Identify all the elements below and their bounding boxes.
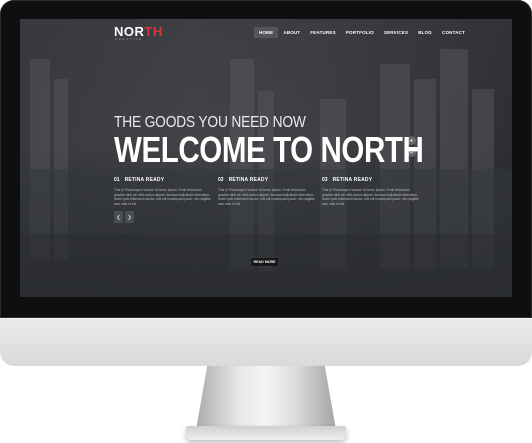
nav-item-portfolio[interactable]: PORTFOLIO: [341, 27, 379, 38]
feature-title: RETINA READY: [332, 177, 373, 183]
nav-item-services[interactable]: SERVICES: [379, 27, 413, 38]
chevron-left-icon[interactable]: [114, 211, 123, 223]
hero-headline: WELCOME TO NORTH: [114, 129, 424, 170]
monitor-chin: [0, 318, 532, 366]
monitor-base: [186, 426, 346, 440]
circle-control-icon[interactable]: [407, 136, 416, 145]
main-menu: HOME ABOUT FEATURES PORTFOLIO SERVICES B…: [254, 27, 470, 38]
chevron-right-icon[interactable]: [125, 211, 134, 223]
logo-subtitle: CREATIVE: [115, 37, 143, 41]
nav-item-features[interactable]: FEATURES: [305, 27, 341, 38]
feature-item: 03 RETINA READY This is Photoshop's vers…: [322, 176, 420, 206]
feature-number: 03: [322, 177, 328, 183]
feature-number: 02: [218, 177, 224, 183]
nav-item-about[interactable]: ABOUT: [278, 27, 305, 38]
feature-description: This is Photoshop's version of lorem Ips…: [218, 188, 315, 206]
imac-mockup: NORTH CREATIVE HOME ABOUT FEATURES PORTF…: [0, 0, 532, 443]
top-navigation: NORTH CREATIVE HOME ABOUT FEATURES PORTF…: [20, 19, 512, 45]
feature-number: 01: [114, 177, 120, 183]
chevron-down-circle-icon[interactable]: [407, 148, 416, 157]
feature-title: RETINA READY: [124, 177, 165, 183]
nav-item-home[interactable]: HOME: [254, 27, 279, 38]
monitor-bezel: NORTH CREATIVE HOME ABOUT FEATURES PORTF…: [0, 0, 532, 318]
read-more-button[interactable]: READ MORE: [250, 257, 279, 267]
feature-description: This is Photoshop's version of lorem Ips…: [322, 188, 419, 206]
monitor-stand: [196, 366, 336, 430]
logo-accent: TH: [144, 24, 163, 39]
feature-columns: 01 RETINA READY This is Photoshop's vers…: [114, 176, 419, 216]
feature-title: RETINA READY: [228, 177, 269, 183]
feature-item: 02 RETINA READY This is Photoshop's vers…: [218, 176, 316, 206]
nav-item-blog[interactable]: BLOG: [413, 27, 437, 38]
feature-item: 01 RETINA READY This is Photoshop's vers…: [114, 176, 212, 206]
nav-item-contact[interactable]: CONTACT: [437, 27, 470, 38]
feature-description: This is Photoshop's version of lorem Ips…: [114, 188, 211, 206]
slider-controls: [114, 211, 134, 223]
website-screen: NORTH CREATIVE HOME ABOUT FEATURES PORTF…: [20, 19, 512, 297]
